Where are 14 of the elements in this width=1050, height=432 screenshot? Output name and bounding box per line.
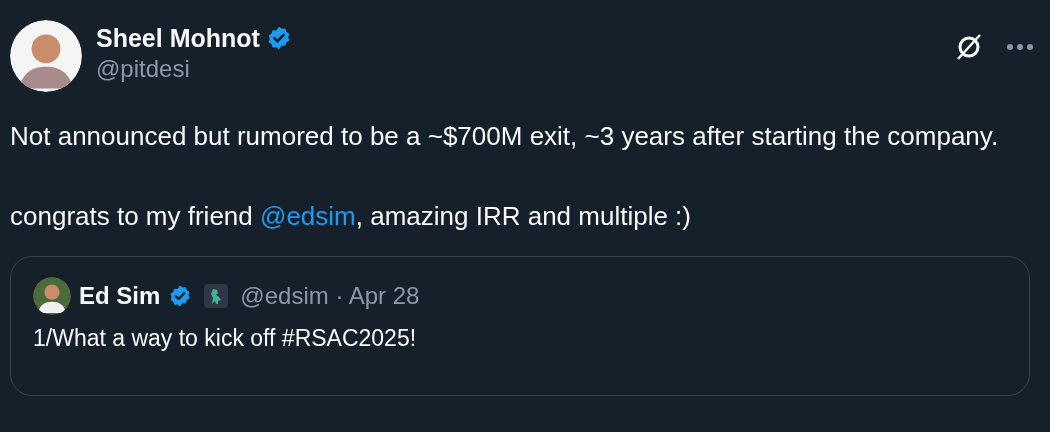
author-name[interactable]: Sheel Mohnot <box>96 22 260 54</box>
slashed-circle-icon[interactable] <box>954 32 984 62</box>
quoted-post-text: 1/What a way to kick off #RSAC2025! <box>33 324 418 353</box>
avatar[interactable] <box>10 20 82 92</box>
quoted-author-name: Ed Sim <box>79 281 161 311</box>
quoted-handle-date: @edsim · Apr 28 <box>240 281 420 311</box>
author-handle[interactable]: @pitdesi <box>96 54 292 84</box>
post-text: Not announced but rumored to be a ~$700M exit, ~3 years after starting the company. <box>10 120 1000 153</box>
more-icon[interactable] <box>1006 43 1034 51</box>
avatar[interactable] <box>33 277 71 315</box>
dinosaur-badge-icon <box>204 284 229 308</box>
post-text: congrats to my friend @edsim, amazing IRR and multiple :) <box>10 200 692 233</box>
quoted-post-card[interactable]: Ed Sim @edsim · Apr 28 1/What a way to kick off #RSAC2025! <box>10 256 1030 396</box>
mention-link[interactable]: @edsim <box>260 201 356 231</box>
